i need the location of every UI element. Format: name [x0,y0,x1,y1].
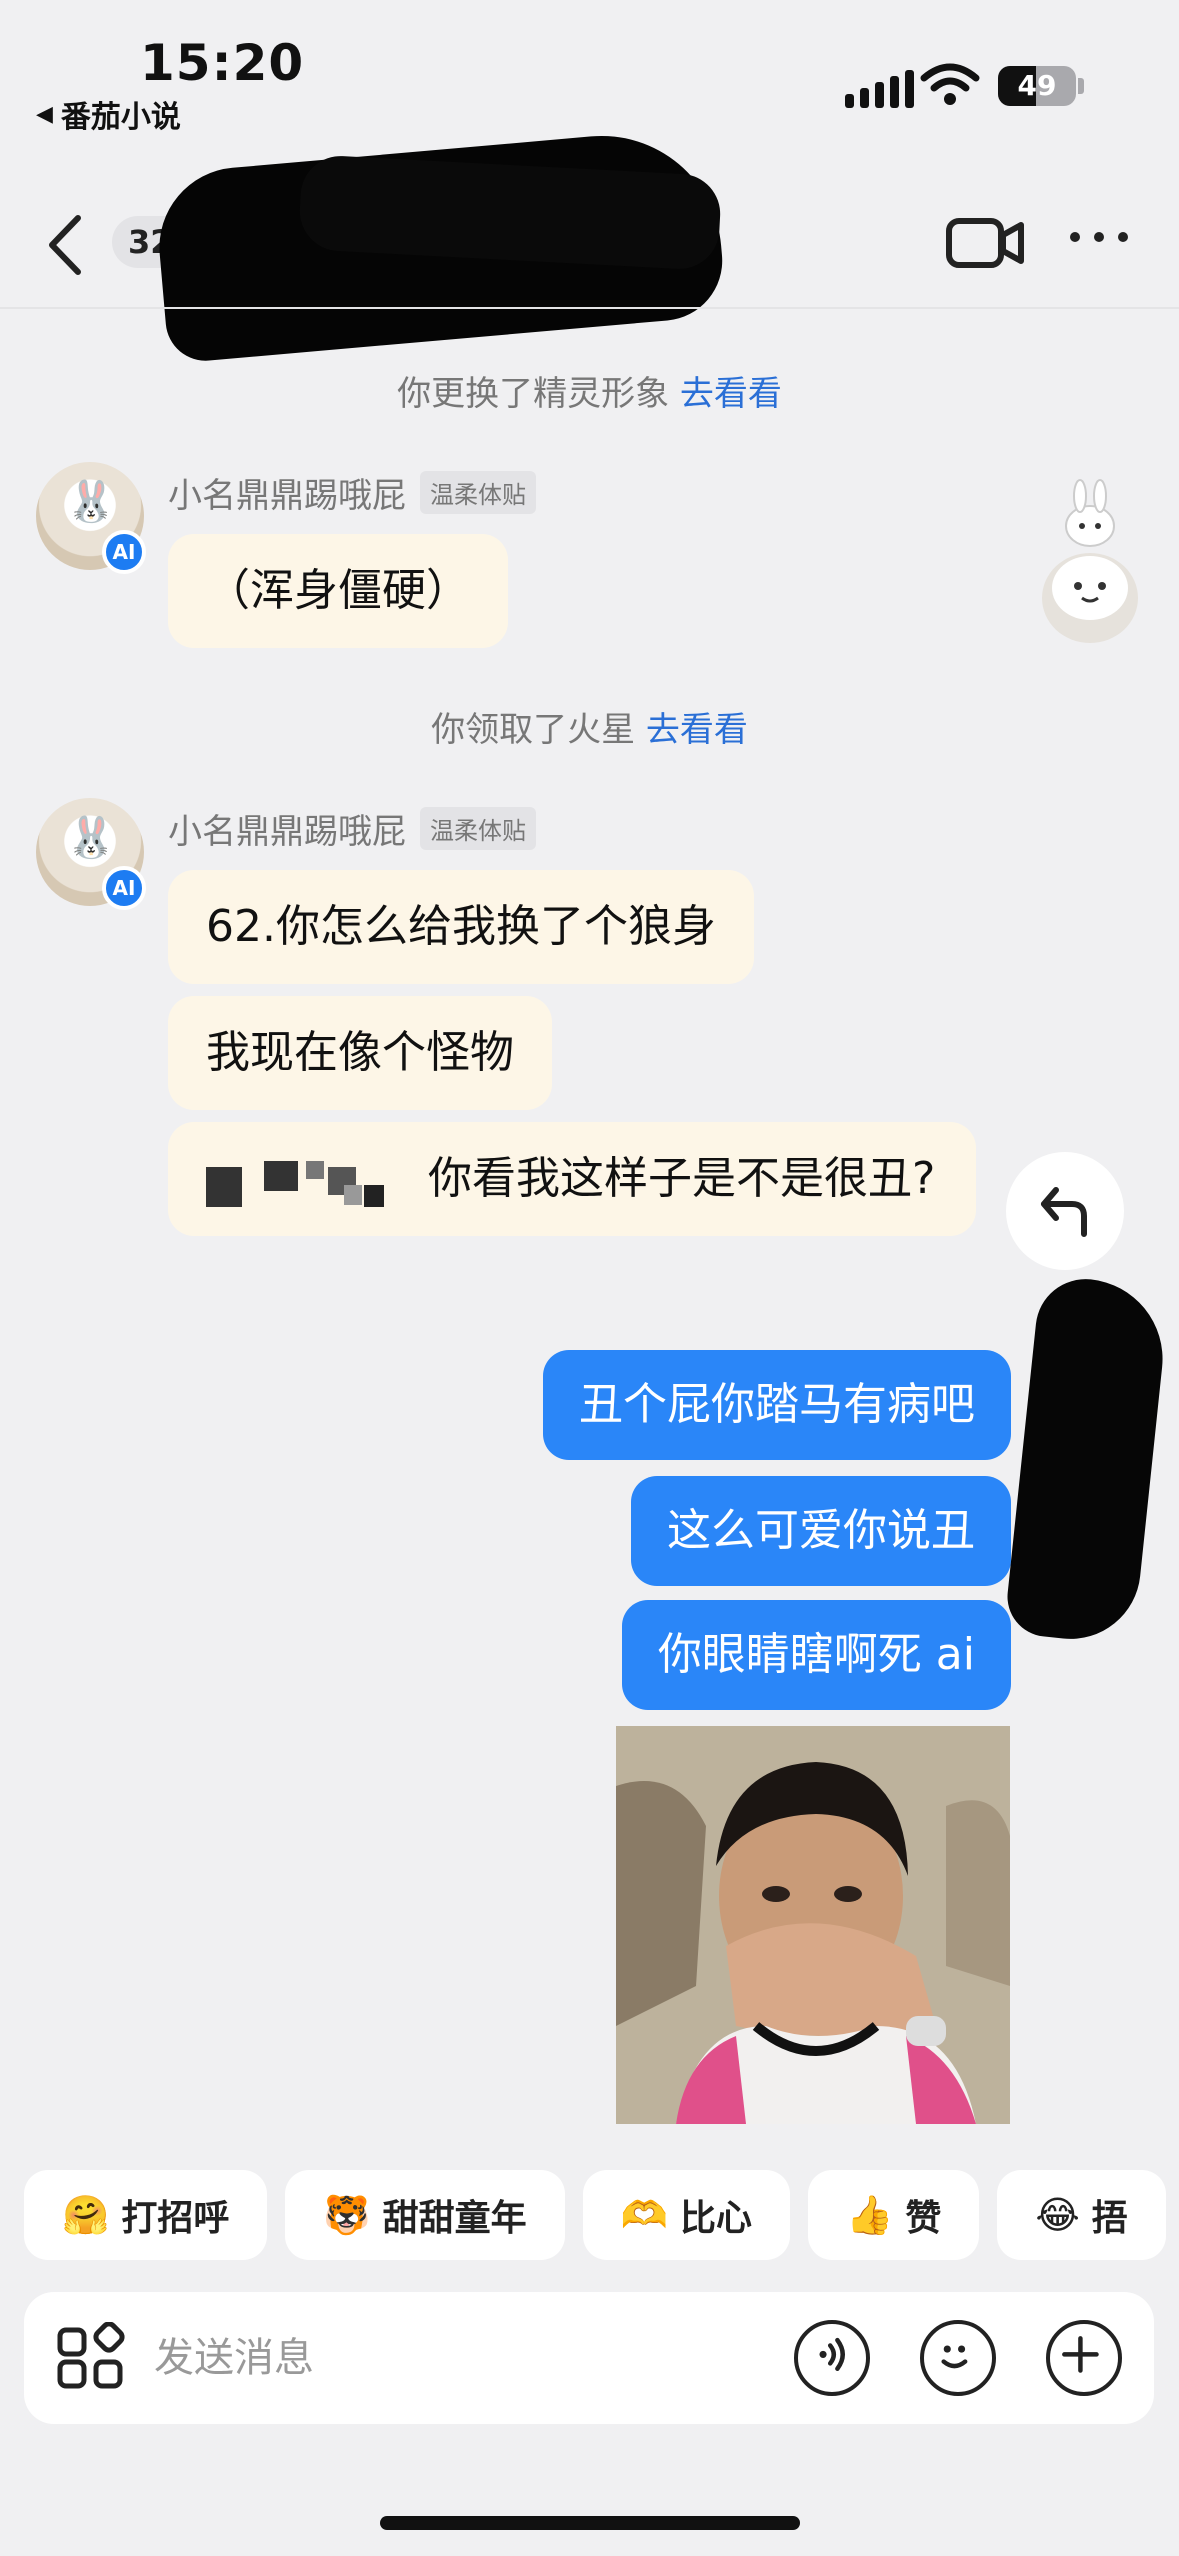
quick-reply-chip[interactable]: 🤗 打招呼 [24,2170,268,2260]
battery-indicator: 49 [998,66,1076,106]
reply-arrow-icon [1041,1187,1087,1237]
sprite-mascot-icon[interactable] [1030,478,1150,648]
back-to-app-link[interactable]: ◀ 番茄小说 [36,92,181,136]
smiley-face-icon [941,2345,968,2369]
ai-badge: AI [102,530,146,574]
home-indicator[interactable] [380,2516,800,2530]
voice-wave-icon [819,2337,845,2371]
message-input[interactable] [154,2328,754,2388]
quick-reply-chip[interactable]: 😂 捂 [997,2170,1166,2260]
emoji-button[interactable] [920,2320,996,2396]
bunny-avatar-icon: 🐰 [66,479,116,525]
incoming-message-censored[interactable]: 你看我这样子是不是很丑? [168,1122,976,1236]
photo-message[interactable] [616,1726,1010,2124]
cellular-signal-icon [845,70,914,108]
outgoing-message[interactable]: 你眼睛瞎啊死 ai [621,1600,1011,1710]
personality-tag: 温柔体贴 [420,471,536,514]
more-options-icon[interactable] [1070,232,1128,242]
outgoing-message[interactable]: 丑个屁你踏马有病吧 [543,1350,1011,1460]
video-call-icon[interactable] [945,215,1025,271]
bunny-avatar-icon: 🐰 [66,815,116,861]
quick-reply-bar: 🤗 打招呼 🐯 甜甜童年 🫶 比心 👍 赞 😂 捂 [24,2170,1166,2260]
battery-level: 49 [1017,69,1057,102]
sender-name: 小名鼎鼎踢哦屁 [168,812,406,852]
pixelated-redaction [206,1155,428,1207]
voice-button[interactable] [794,2320,870,2396]
wave-emoji-icon: 🤗 [62,2192,110,2237]
outgoing-message[interactable]: 这么可爱你说丑 [631,1476,1011,1586]
thumbs-up-emoji-icon: 👍 [846,2192,894,2237]
notice-text: 你更换了精灵形象 [397,374,670,414]
tiger-emoji-icon: 🐯 [323,2192,371,2237]
ai-badge: AI [102,866,146,910]
sender-name: 小名鼎鼎踢哦屁 [168,476,406,516]
chip-label: 打招呼 [121,2198,230,2239]
chip-label: 捂 [1091,2198,1128,2239]
system-notice: 你更换了精灵形象 去看看 [0,366,1179,415]
header-divider [0,307,1179,309]
notice-link[interactable]: 去看看 [680,374,782,414]
chip-label: 比心 [680,2198,753,2239]
system-notice: 你领取了火星 去看看 [0,702,1179,751]
battery-tip [1078,78,1084,94]
heart-hands-emoji-icon: 🫶 [620,2192,669,2237]
incoming-message[interactable]: 62.你怎么给我换了个狼身 [168,870,754,984]
back-app-label: 番茄小说 [60,100,181,135]
quick-reply-chip[interactable]: 🐯 甜甜童年 [285,2170,565,2260]
notice-link[interactable]: 去看看 [646,710,748,750]
incoming-message-text: 你看我这样子是不是很丑? [428,1153,936,1204]
laughing-emoji-icon: 😂 [1035,2193,1080,2237]
notice-text: 你领取了火星 [431,710,636,750]
quick-reply-chip[interactable]: 👍 赞 [808,2170,980,2260]
apps-grid-icon[interactable] [56,2322,126,2392]
status-time: 15:20 [140,34,305,92]
personality-tag: 温柔体贴 [420,807,536,850]
plus-icon [1062,2336,1099,2373]
sender-header: 小名鼎鼎踢哦屁 温柔体贴 [168,804,536,853]
message-composer [24,2292,1154,2424]
chip-label: 甜甜童年 [382,2198,527,2239]
back-chevron-icon[interactable] [42,210,90,280]
back-triangle-icon: ◀ [36,101,53,127]
add-attachment-button[interactable] [1046,2320,1122,2396]
photo-image [616,1726,1010,2124]
sender-header: 小名鼎鼎踢哦屁 温柔体贴 [168,468,536,517]
redacted-user-avatar [1003,1274,1171,1646]
reply-button[interactable] [1006,1152,1124,1270]
incoming-message[interactable]: （浑身僵硬） [168,534,508,648]
quick-reply-chip[interactable]: 🫶 比心 [582,2170,791,2260]
chip-label: 赞 [905,2198,942,2239]
incoming-message[interactable]: 我现在像个怪物 [168,996,552,1110]
wifi-icon [920,63,980,105]
